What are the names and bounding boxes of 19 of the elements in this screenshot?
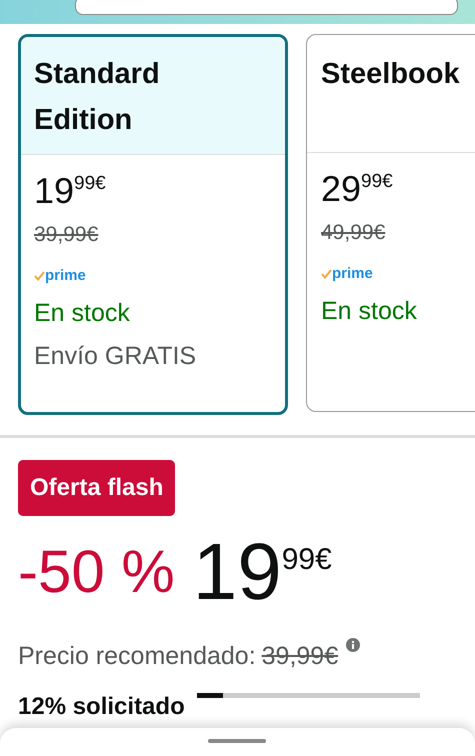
prime-label: prime: [332, 264, 373, 284]
search-field[interactable]: [75, 0, 458, 15]
edition-title: Standard Edition: [34, 57, 161, 138]
rrp-label: Precio recomendado:: [18, 641, 256, 672]
stock-status: En stock: [321, 296, 418, 327]
deal-badge: Oferta flash: [18, 460, 176, 516]
prime-label: prime: [45, 266, 86, 286]
check-icon: [34, 270, 45, 281]
list-price: 49,99€: [321, 220, 386, 246]
rrp-value: 39,99€: [262, 641, 338, 672]
info-icon[interactable]: [346, 638, 360, 652]
stock-status: En stock: [34, 298, 131, 329]
edition-title: Steelbook: [321, 57, 461, 92]
shipping-note: Envío GRATIS: [34, 341, 198, 372]
list-price: 39,99€: [34, 222, 100, 248]
claimed-label: 12% solicitado: [18, 692, 185, 722]
drag-handle[interactable]: [208, 739, 266, 743]
check-icon: [321, 268, 332, 279]
discount: -50 %: [18, 537, 175, 607]
